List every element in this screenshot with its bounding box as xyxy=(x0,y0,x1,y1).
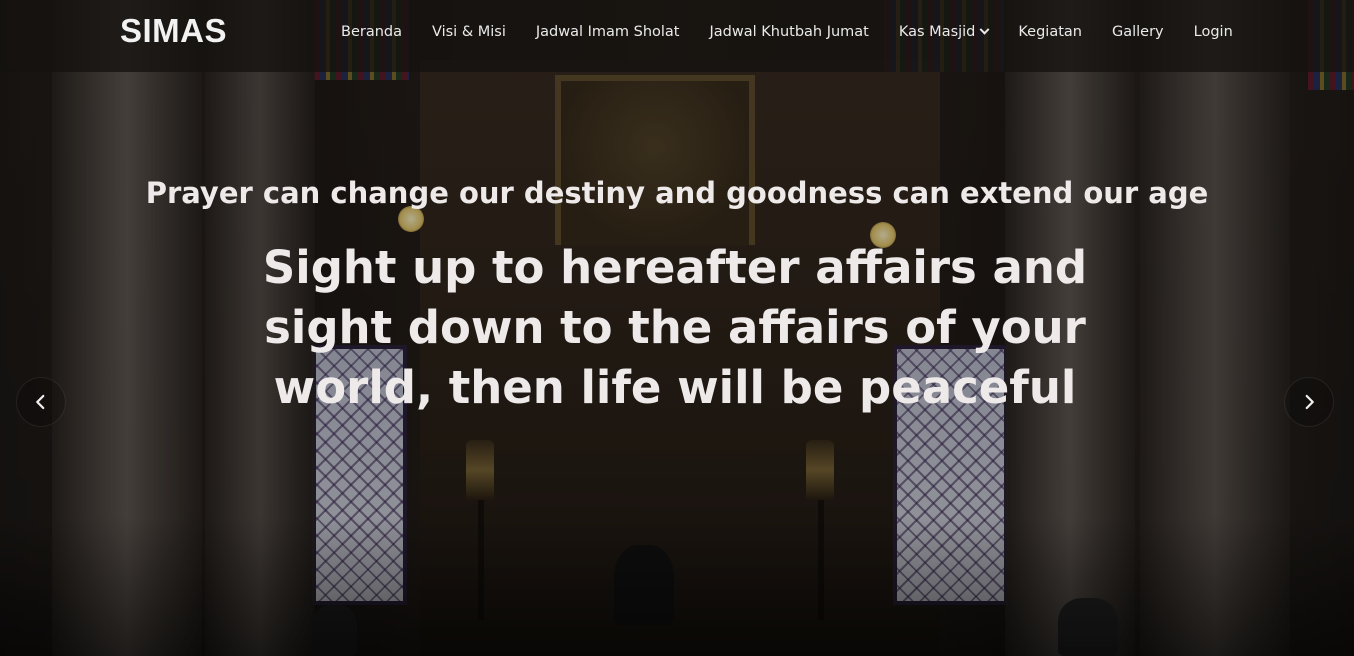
top-navbar: SIMAS Beranda Visi & Misi Jadwal Imam Sh… xyxy=(0,0,1354,72)
brand-logo[interactable]: SIMAS xyxy=(120,12,227,50)
nav-item-label: Login xyxy=(1193,24,1233,40)
nav-item-label: Kas Masjid xyxy=(898,24,976,40)
nav-item-label: Jadwal Khutbah Jumat xyxy=(709,24,869,40)
nav-item-beranda[interactable]: Beranda xyxy=(326,24,417,40)
nav-item-kas-masjid[interactable]: Kas Masjid xyxy=(884,24,1004,40)
nav-item-jadwal-imam-sholat[interactable]: Jadwal Imam Sholat xyxy=(521,24,695,40)
nav-item-label: Kegiatan xyxy=(1018,24,1082,40)
nav-item-label: Visi & Misi xyxy=(432,24,506,40)
nav-item-visi-misi[interactable]: Visi & Misi xyxy=(417,24,521,40)
nav-item-login[interactable]: Login xyxy=(1179,24,1248,40)
chevron-right-icon xyxy=(1305,394,1314,410)
nav-item-jadwal-khutbah-jumat[interactable]: Jadwal Khutbah Jumat xyxy=(695,24,884,40)
carousel-prev-button[interactable] xyxy=(16,377,66,427)
carousel-next-button[interactable] xyxy=(1284,377,1334,427)
nav-item-label: Beranda xyxy=(341,24,402,40)
chevron-down-icon xyxy=(979,24,990,35)
nav-item-gallery[interactable]: Gallery xyxy=(1097,24,1179,40)
nav-item-kegiatan[interactable]: Kegiatan xyxy=(1003,24,1097,40)
hero-title: Sight up to hereafter affairs and sight … xyxy=(262,241,1088,414)
hero-subtitle: Prayer can change our destiny and goodne… xyxy=(145,176,1209,210)
nav-item-label: Gallery xyxy=(1111,24,1164,40)
main-nav: Beranda Visi & Misi Jadwal Imam Sholat J… xyxy=(326,0,1248,64)
nav-item-label: Jadwal Imam Sholat xyxy=(535,24,680,40)
chevron-left-icon xyxy=(36,394,45,410)
